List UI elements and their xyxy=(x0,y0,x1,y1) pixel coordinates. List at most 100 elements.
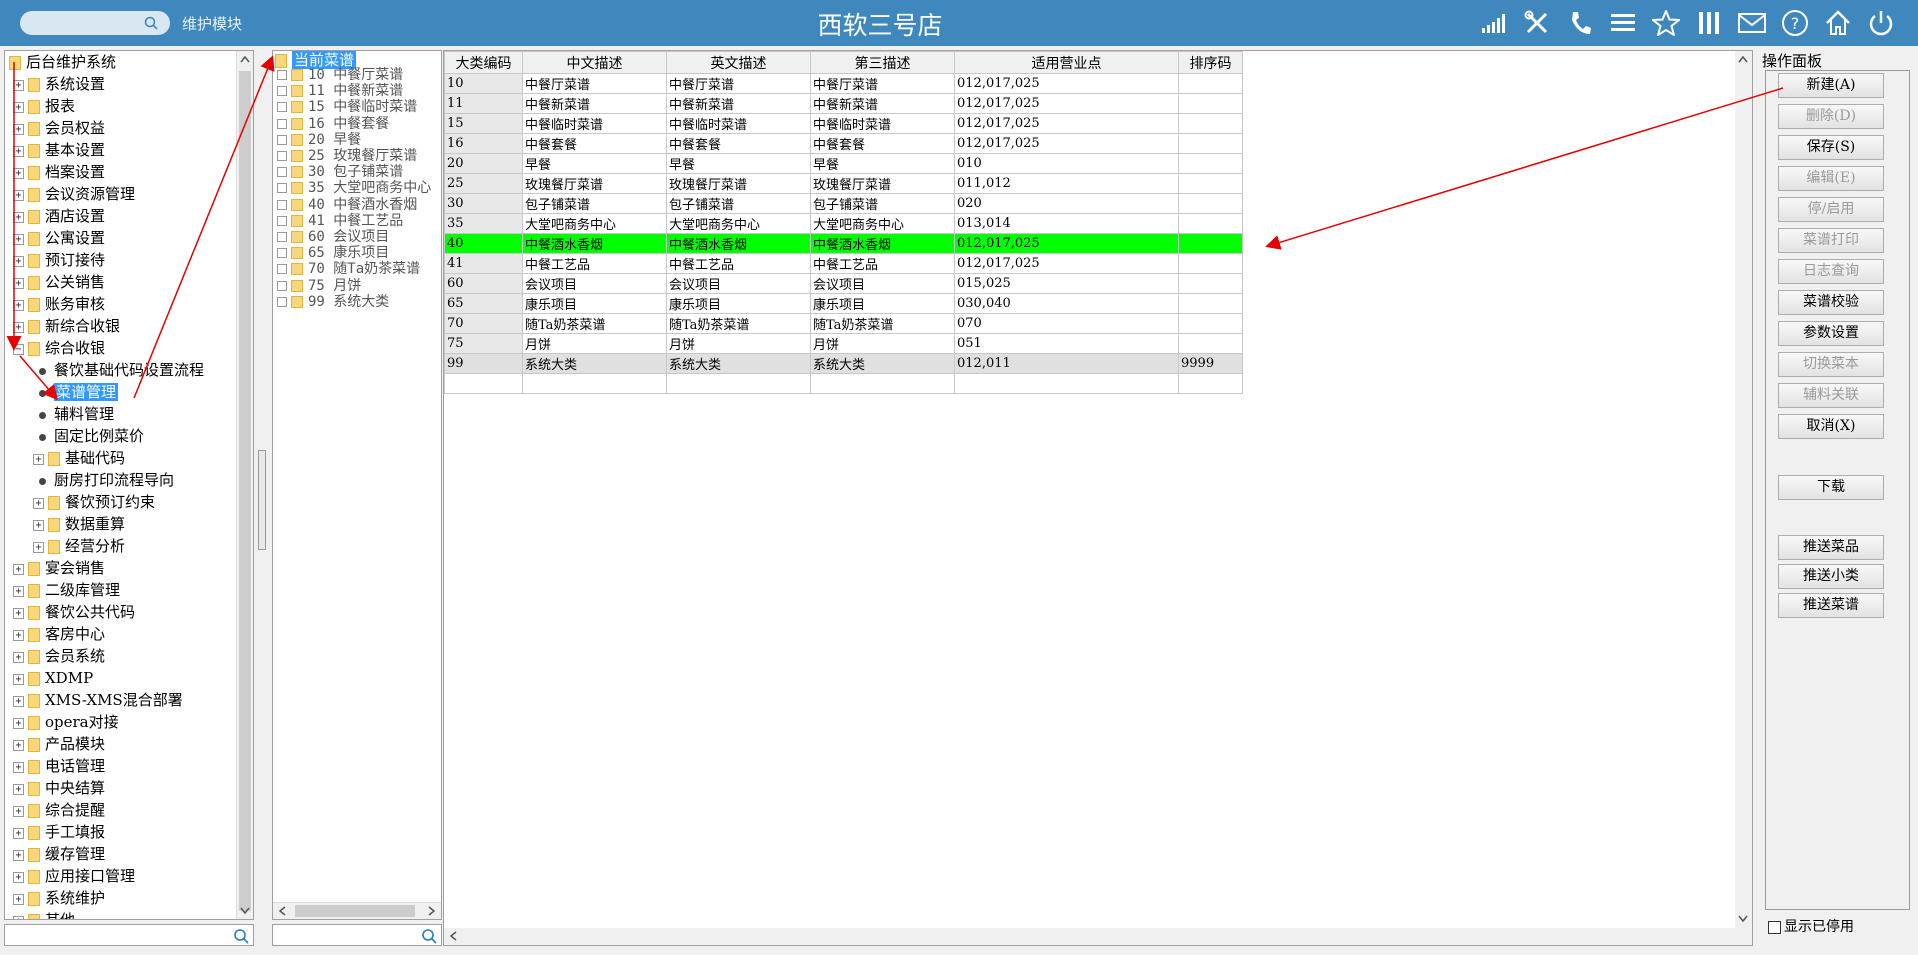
table-cell[interactable]: 41 xyxy=(444,253,523,274)
table-row[interactable]: 99 系统大类 系统大类 系统大类 012,011 9999 xyxy=(444,353,1243,374)
table-cell[interactable]: 中餐新菜谱 xyxy=(810,93,955,114)
table-cell[interactable]: 30 xyxy=(444,193,523,214)
tree-item[interactable]: + 客房中心 xyxy=(13,623,105,645)
show-disabled-checkbox[interactable]: 显示已停用 xyxy=(1768,916,1854,936)
expand-icon[interactable] xyxy=(277,134,287,145)
expand-icon[interactable]: + xyxy=(13,893,24,905)
table-cell[interactable]: 中餐酒水香烟 xyxy=(666,233,811,254)
tree-item[interactable]: + 电话管理 xyxy=(13,755,105,777)
tree-item[interactable]: + 中央结算 xyxy=(13,777,105,799)
expand-icon[interactable]: + xyxy=(13,101,24,113)
table-cell[interactable]: 16 xyxy=(444,133,523,154)
panel-splitter[interactable] xyxy=(258,450,266,550)
op-button[interactable]: 菜谱打印 xyxy=(1778,228,1884,253)
mail-icon[interactable] xyxy=(1737,8,1767,38)
table-cell[interactable] xyxy=(1178,133,1243,154)
menu-category-item[interactable]: 20 早餐 xyxy=(277,132,361,148)
table-cell[interactable]: 中餐临时菜谱 xyxy=(522,113,667,134)
table-cell[interactable]: 中餐厅菜谱 xyxy=(522,73,667,94)
scroll-left-icon[interactable] xyxy=(446,928,462,944)
table-cell[interactable]: 中餐新菜谱 xyxy=(522,93,667,114)
tree-item[interactable]: + 账务审核 xyxy=(13,293,105,315)
table-cell[interactable]: 中餐套餐 xyxy=(522,133,667,154)
tree-item[interactable]: + 二级库管理 xyxy=(13,579,120,601)
tree-search-input[interactable] xyxy=(4,924,254,946)
tree-item[interactable]: + 手工填报 xyxy=(13,821,105,843)
table-cell[interactable] xyxy=(1178,193,1243,214)
expand-icon[interactable]: + xyxy=(13,651,24,663)
table-cell[interactable]: 随Ta奶茶菜谱 xyxy=(810,313,955,334)
op-button[interactable]: 推送小类 xyxy=(1778,564,1884,589)
table-cell[interactable]: 早餐 xyxy=(522,153,667,174)
table-cell[interactable]: 中餐套餐 xyxy=(810,133,955,154)
table-cell[interactable]: 中餐酒水香烟 xyxy=(810,233,955,254)
expand-icon[interactable]: + xyxy=(13,189,24,201)
table-cell[interactable] xyxy=(444,373,523,394)
scroll-down-icon[interactable] xyxy=(1735,911,1752,927)
table-cell[interactable]: 中餐厅菜谱 xyxy=(666,73,811,94)
expand-icon[interactable] xyxy=(277,183,287,194)
menu-category-item[interactable]: 10 中餐厅菜谱 xyxy=(277,67,403,83)
table-cell[interactable] xyxy=(1178,173,1243,194)
tree-item[interactable]: + 其他 xyxy=(13,909,75,919)
op-button[interactable]: 菜谱校验 xyxy=(1778,290,1884,315)
menu-category-item[interactable]: 41 中餐工艺品 xyxy=(277,213,403,229)
expand-icon[interactable] xyxy=(277,118,287,129)
expand-icon[interactable] xyxy=(277,296,287,307)
table-cell[interactable]: 中餐套餐 xyxy=(666,133,811,154)
tree-item[interactable]: + 宴会销售 xyxy=(13,557,105,579)
table-row-empty[interactable] xyxy=(444,373,1243,394)
tree-item[interactable]: + 基础代码 xyxy=(33,447,125,469)
table-cell[interactable]: 012,017,025 xyxy=(954,113,1179,134)
expand-icon[interactable]: + xyxy=(13,563,24,575)
expand-icon[interactable]: + xyxy=(13,145,24,157)
menu-icon[interactable] xyxy=(1608,8,1638,38)
module-search-input[interactable] xyxy=(20,11,170,35)
column-header[interactable]: 英文描述 xyxy=(666,51,811,74)
table-cell[interactable]: 随Ta奶茶菜谱 xyxy=(666,313,811,334)
scroll-thumb[interactable] xyxy=(295,905,415,917)
table-cell[interactable]: 早餐 xyxy=(666,153,811,174)
checkbox-box[interactable] xyxy=(1768,920,1781,934)
expand-icon[interactable] xyxy=(277,232,287,242)
table-cell[interactable]: 玫瑰餐厅菜谱 xyxy=(522,173,667,194)
table-cell[interactable]: 012,017,025 xyxy=(954,73,1179,94)
menu-category-item[interactable]: 60 会议项目 xyxy=(277,229,389,245)
tools-icon[interactable] xyxy=(1522,8,1552,38)
table-cell[interactable]: 11 xyxy=(444,93,523,114)
tree-item[interactable]: + 餐饮预订约束 xyxy=(33,491,155,513)
grid-horizontal-scrollbar[interactable] xyxy=(444,928,1752,945)
column-header[interactable]: 第三描述 xyxy=(810,51,955,74)
table-cell[interactable] xyxy=(1178,153,1243,174)
system-tree[interactable]: 后台维护系统 + 系统设置 + 报表 + 会员权益 + 基本设置 + 档案设置 + 会议资源管理 + 酒店… xyxy=(4,50,254,920)
tree-item[interactable]: − 综合收银 xyxy=(13,337,105,359)
table-cell[interactable] xyxy=(522,373,667,394)
table-cell[interactable]: 中餐临时菜谱 xyxy=(810,113,955,134)
phone-icon[interactable] xyxy=(1565,8,1595,38)
op-button[interactable]: 日志查询 xyxy=(1778,259,1884,284)
menu-category-item[interactable]: 15 中餐临时菜谱 xyxy=(277,99,417,115)
menu-category-item[interactable]: 35 大堂吧商务中心 xyxy=(277,180,431,196)
table-row[interactable]: 20 早餐 早餐 早餐 010 xyxy=(444,153,1243,174)
table-row[interactable]: 10 中餐厅菜谱 中餐厅菜谱 中餐厅菜谱 012,017,025 xyxy=(444,73,1243,94)
collapse-icon[interactable]: − xyxy=(13,343,24,355)
star-icon[interactable] xyxy=(1651,8,1681,38)
menu-category-item[interactable]: 70 随Ta奶茶菜谱 xyxy=(277,261,420,277)
grid-vertical-scrollbar[interactable] xyxy=(1735,51,1752,945)
table-cell[interactable]: 013,014 xyxy=(954,213,1179,234)
menu-category-item[interactable]: 16 中餐套餐 xyxy=(277,116,389,132)
expand-icon[interactable] xyxy=(277,215,287,226)
menu-category-grid[interactable]: 大类编码 中文描述 英文描述 第三描述 适用营业点 排序码 10 中餐厅菜谱 中餐厅菜谱 中餐厅… xyxy=(443,50,1753,946)
table-cell[interactable] xyxy=(1178,313,1243,334)
tree-item[interactable]: 厨房打印流程导向 xyxy=(33,469,174,491)
table-cell[interactable]: 75 xyxy=(444,333,523,354)
table-cell[interactable]: 中餐工艺品 xyxy=(666,253,811,274)
table-cell[interactable]: 随Ta奶茶菜谱 xyxy=(522,313,667,334)
op-button[interactable]: 推送菜谱 xyxy=(1778,593,1884,618)
table-cell[interactable]: 玫瑰餐厅菜谱 xyxy=(810,173,955,194)
table-cell[interactable] xyxy=(1178,93,1243,114)
menu-category-item[interactable]: 30 包子铺菜谱 xyxy=(277,164,403,180)
expand-icon[interactable]: + xyxy=(13,607,24,619)
op-button[interactable]: 推送菜品 xyxy=(1778,535,1884,560)
expand-icon[interactable]: + xyxy=(13,79,24,91)
